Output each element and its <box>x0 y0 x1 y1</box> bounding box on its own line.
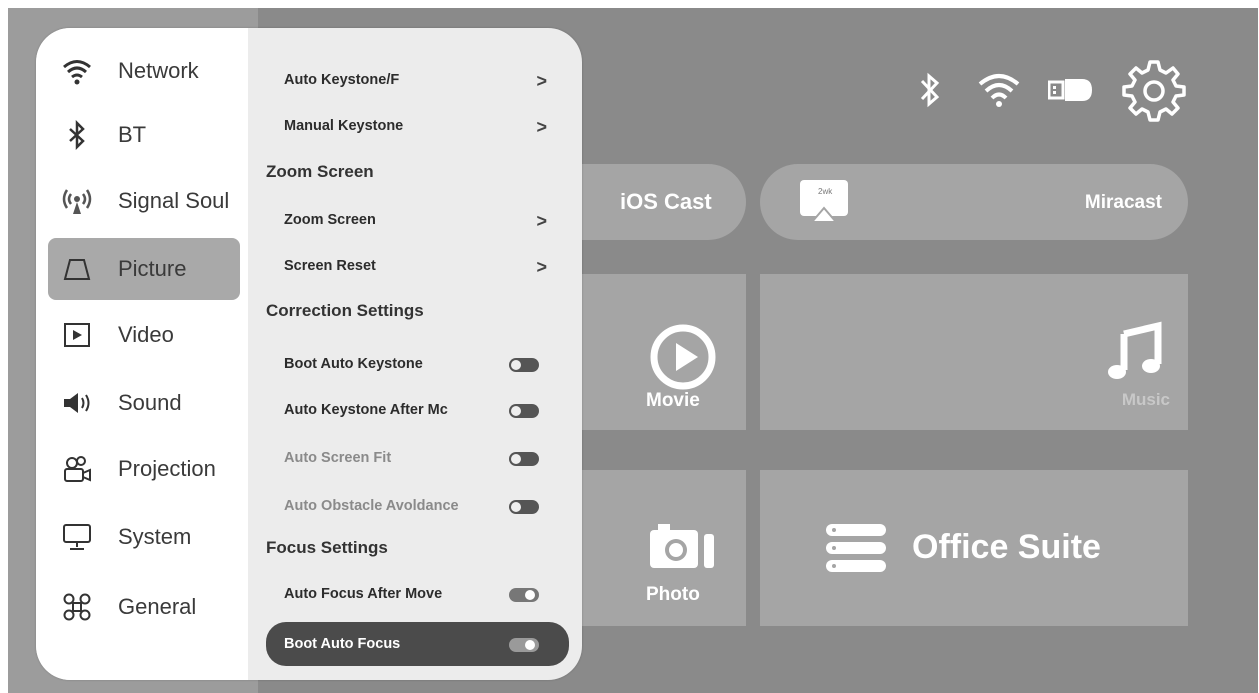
category-network[interactable]: Network <box>48 40 240 102</box>
category-label: Video <box>118 322 174 347</box>
ios-cast-label: iOS Cast <box>620 189 712 214</box>
music-label: Music <box>1121 390 1170 409</box>
chevron-right-icon: > <box>536 117 547 137</box>
screen-reset-option[interactable]: Screen Reset > <box>266 246 569 286</box>
zoom-screen-section-header: Zoom Screen <box>266 162 374 181</box>
option-label: Auto Screen Fit <box>284 450 392 466</box>
bluetooth-icon <box>62 119 92 151</box>
auto-keystone-after-move-toggle[interactable] <box>509 404 539 418</box>
general-icon <box>62 592 92 622</box>
music-note-icon <box>1102 320 1162 389</box>
boot-auto-keystone-toggle[interactable] <box>509 358 539 372</box>
option-label: Manual Keystone <box>284 118 404 134</box>
option-label: Auto Focus After Move <box>284 586 443 602</box>
option-label: Auto Keystone/F <box>284 72 400 88</box>
sound-icon <box>62 388 92 418</box>
projection-icon <box>62 454 92 484</box>
category-label: Picture <box>118 256 187 281</box>
play-icon <box>650 324 716 395</box>
settings-gear-icon[interactable] <box>1122 58 1186 127</box>
boot-auto-focus-option[interactable]: Boot Auto Focus <box>266 622 569 666</box>
auto-screen-fit-option[interactable]: Auto Screen Fit <box>266 438 569 478</box>
auto-screen-fit-toggle[interactable] <box>509 452 539 466</box>
option-label: Auto Obstacle Avoldance <box>284 498 459 514</box>
category-bt[interactable]: BT <box>48 104 240 166</box>
chevron-right-icon: > <box>536 257 547 277</box>
auto-keystone-after-move-option[interactable]: Auto Keystone After Mc <box>266 390 569 430</box>
chevron-right-icon: > <box>536 211 547 231</box>
music-tile[interactable]: Music <box>760 274 1188 430</box>
auto-focus-after-move-toggle[interactable] <box>509 588 539 602</box>
category-system[interactable]: System <box>48 506 240 568</box>
category-label: Projection <box>118 456 216 481</box>
office-suite-label: Office Suite <box>912 528 1101 566</box>
video-icon <box>62 320 92 350</box>
auto-obstacle-avoidance-option[interactable]: Auto Obstacle Avoldance <box>266 486 569 526</box>
office-suite-tile[interactable]: Office Suite <box>760 470 1188 626</box>
wifi-icon <box>976 70 1022 115</box>
chevron-right-icon: > <box>536 71 547 91</box>
toggle-knob <box>511 454 521 464</box>
category-video[interactable]: Video <box>48 304 240 366</box>
office-stack-icon <box>824 522 888 579</box>
category-label: Sound <box>118 390 182 415</box>
category-label: Network <box>118 58 199 83</box>
category-general[interactable]: General <box>48 576 240 638</box>
zoom-screen-option[interactable]: Zoom Screen > <box>266 200 569 240</box>
bluetooth-icon <box>916 70 944 115</box>
settings-panel: Network BT Signal Soul Picture Video Sou… <box>36 28 582 680</box>
camera-icon <box>648 520 718 581</box>
category-projection[interactable]: Projection <box>48 438 240 500</box>
option-label: Zoom Screen <box>284 212 376 228</box>
category-label: BT <box>118 122 147 147</box>
auto-obstacle-avoidance-toggle[interactable] <box>509 500 539 514</box>
category-picture[interactable]: Picture <box>48 238 240 300</box>
option-label: Screen Reset <box>284 258 376 274</box>
option-label: Boot Auto Keystone <box>284 356 423 372</box>
miracast-label: Miracast <box>1084 192 1162 213</box>
photo-label: Photo <box>646 584 700 605</box>
focus-settings-section-header: Focus Settings <box>266 538 388 557</box>
category-sound[interactable]: Sound <box>48 372 240 434</box>
wifi-icon <box>62 56 92 86</box>
miracast-icon: 2wk <box>798 178 850 231</box>
boot-auto-focus-toggle[interactable] <box>509 638 539 652</box>
manual-keystone-option[interactable]: Manual Keystone > <box>266 106 569 146</box>
toggle-knob <box>511 406 521 416</box>
category-list: Network BT Signal Soul Picture Video Sou… <box>36 28 248 680</box>
toggle-knob <box>511 502 521 512</box>
option-label: Auto Keystone After Mc <box>284 402 448 418</box>
category-signal-source[interactable]: Signal Soul <box>48 170 240 232</box>
auto-focus-after-move-option[interactable]: Auto Focus After Move <box>266 574 569 614</box>
signal-source-icon <box>62 186 92 216</box>
usb-drive-icon <box>1047 76 1098 109</box>
toggle-knob <box>525 640 535 650</box>
toggle-knob <box>525 590 535 600</box>
system-icon <box>62 522 92 552</box>
option-label: Boot Auto Focus <box>284 636 401 652</box>
picture-icon <box>62 254 92 284</box>
movie-label: Movie <box>646 390 700 411</box>
auto-keystone-f-option[interactable]: Auto Keystone/F > <box>266 60 569 100</box>
svg-text:2wk: 2wk <box>818 187 833 196</box>
category-label: General <box>118 594 197 619</box>
toggle-knob <box>511 360 521 370</box>
miracast-tile[interactable]: 2wk Miracast <box>760 164 1188 240</box>
boot-auto-keystone-option[interactable]: Boot Auto Keystone <box>266 344 569 384</box>
category-label: System <box>118 524 192 549</box>
correction-settings-section-header: Correction Settings <box>266 301 424 320</box>
category-label: Signal Soul <box>118 188 230 213</box>
